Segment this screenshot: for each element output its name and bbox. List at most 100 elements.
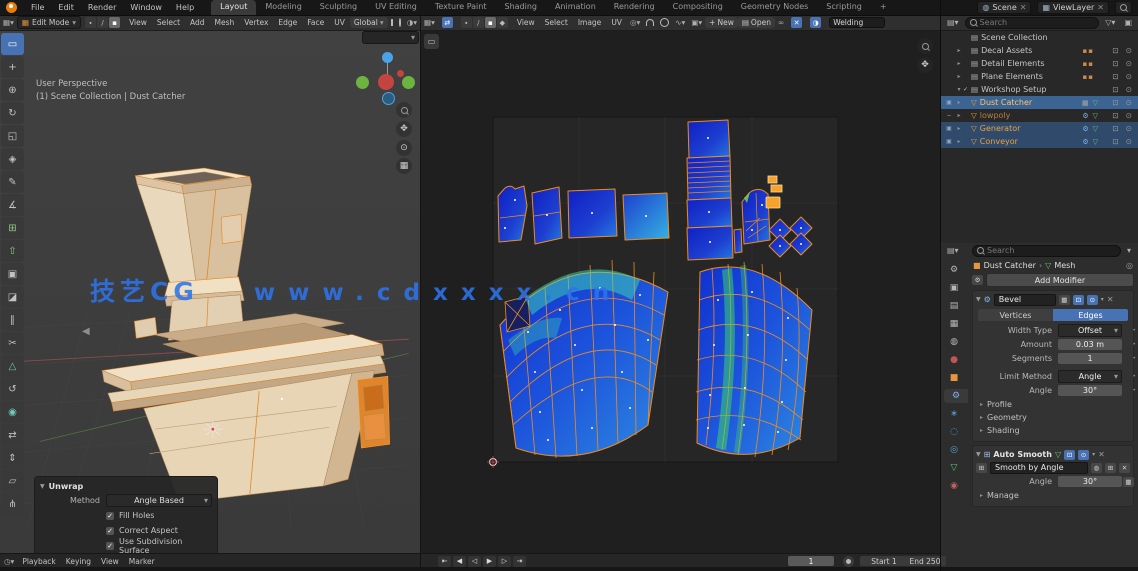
tool-button[interactable]: △: [1, 355, 24, 377]
viewport-menu[interactable]: Mesh: [210, 18, 240, 27]
close-icon[interactable]: ✕: [1098, 450, 1105, 459]
properties-search[interactable]: Search: [972, 244, 1121, 257]
chevron-down-icon[interactable]: ▼: [976, 451, 981, 458]
collapsed-section[interactable]: ▸ Shading: [976, 424, 1130, 437]
outliner-row[interactable]: ▾ ✓ Workshop Setup: [941, 83, 1138, 96]
axis-y-neg-ball[interactable]: [402, 76, 415, 89]
workspace-tab[interactable]: Modeling: [256, 0, 310, 15]
view-layer-filter-button[interactable]: [1115, 1, 1132, 14]
hide-viewport-icon[interactable]: [1112, 46, 1118, 55]
expand-arrow-icon[interactable]: ▸: [955, 60, 963, 67]
breadcrumb-object[interactable]: Dust Catcher: [984, 261, 1036, 270]
hide-viewport-icon[interactable]: [1112, 137, 1118, 146]
camera-view-icon[interactable]: ⊙: [396, 140, 412, 156]
uv-face-select-button[interactable]: ▪: [484, 17, 496, 28]
display-channels-button[interactable]: ◑: [810, 17, 822, 28]
hide-viewport-icon[interactable]: [1112, 124, 1118, 133]
properties-tab[interactable]: ◎: [944, 443, 964, 457]
properties-tab[interactable]: ▤: [944, 299, 964, 313]
playback-button[interactable]: ⇥: [513, 555, 526, 567]
affect-vertices-button[interactable]: Vertices: [978, 309, 1053, 321]
modifier-name-label[interactable]: Auto Smooth: [993, 450, 1052, 459]
viewport-menu[interactable]: Face: [302, 18, 329, 27]
outliner-row[interactable]: ▣ ▸ Conveyor: [941, 135, 1138, 148]
tool-button[interactable]: ⇕: [1, 447, 24, 469]
link-icon[interactable]: ∞: [778, 18, 784, 27]
playback-button[interactable]: ▶: [483, 555, 496, 567]
outliner-row[interactable]: ▣ ▸ Dust Catcher: [941, 96, 1138, 109]
tool-button[interactable]: ◉: [1, 401, 24, 423]
filter-icon[interactable]: ▾: [1127, 246, 1131, 255]
outliner-row[interactable]: − ▸ lowpoly: [941, 109, 1138, 122]
proportional-editing-icon[interactable]: [660, 18, 670, 27]
outliner-row[interactable]: ▸ Decal Assets: [941, 44, 1138, 57]
shield-fake-user-icon[interactable]: ◍: [1091, 462, 1102, 473]
editor-type-icon[interactable]: ▤▾: [947, 246, 959, 255]
angle-slider[interactable]: 30°: [1058, 476, 1122, 487]
tool-button[interactable]: +: [1, 56, 24, 78]
mode-dropdown[interactable]: ▦ Edit Mode ▾: [16, 16, 82, 29]
outliner-search[interactable]: Search: [964, 16, 1100, 29]
tool-button[interactable]: ▱: [1, 470, 24, 492]
copy-icon[interactable]: ⊞: [1105, 462, 1116, 473]
blender-logo-icon[interactable]: [6, 2, 17, 13]
uv-edge-select-button[interactable]: /: [472, 17, 484, 28]
tool-button[interactable]: ∥: [1, 309, 24, 331]
scene-selector[interactable]: ◍ Scene ✕: [977, 1, 1032, 14]
method-dropdown[interactable]: Angle Based ▾: [106, 494, 212, 507]
timeline-menu[interactable]: Keying: [61, 557, 96, 566]
hide-viewport-icon[interactable]: [1112, 111, 1118, 120]
topbar-menu[interactable]: Edit: [51, 3, 81, 12]
timeline-menu[interactable]: Playback: [17, 557, 60, 566]
tool-button[interactable]: ↻: [1, 102, 24, 124]
close-icon[interactable]: ✕: [1107, 295, 1114, 304]
viewport-menu[interactable]: Add: [185, 18, 210, 27]
viewport-menu[interactable]: Edge: [273, 18, 302, 27]
width-type-dropdown[interactable]: Offset ▾: [1058, 324, 1122, 337]
node-tree-icon[interactable]: ⊞: [976, 462, 987, 473]
hide-viewport-icon[interactable]: [1112, 59, 1118, 68]
orthographic-grid-icon[interactable]: ▦: [396, 158, 412, 174]
open-image-button[interactable]: ▤ Open: [737, 17, 775, 28]
viewport-menu[interactable]: Vertex: [239, 18, 273, 27]
edge-select-button[interactable]: /: [97, 17, 109, 28]
pan-hand-icon[interactable]: ✥: [396, 121, 412, 137]
tool-button[interactable]: ⋔: [1, 493, 24, 515]
render-toggle-icon[interactable]: ⊙: [1086, 294, 1098, 305]
node-group-field[interactable]: Smooth by Angle: [990, 461, 1088, 474]
axis-x-neg-ball[interactable]: [397, 70, 404, 77]
expand-arrow-icon[interactable]: ▸: [955, 73, 963, 80]
realtime-toggle-icon[interactable]: ⊡: [1072, 294, 1084, 305]
uv-menu[interactable]: Image: [573, 18, 607, 27]
topbar-menu[interactable]: Render: [81, 3, 123, 12]
properties-tab[interactable]: ⚙: [944, 389, 968, 403]
outliner-options-icon[interactable]: ▣: [1124, 18, 1132, 27]
pan-hand-icon[interactable]: ✥: [917, 57, 933, 73]
region-collapse-icon[interactable]: ◀: [82, 326, 90, 337]
viewport-menu[interactable]: View: [124, 18, 152, 27]
hide-viewport-icon[interactable]: [1112, 85, 1118, 94]
unlink-icon[interactable]: ✕: [1119, 462, 1130, 473]
viewport-canvas[interactable]: ▭ + ⊕ ↻ ◱ ◈ ✎ ∡ ⊞ ⇧ ▣ ◪ ∥ ✂ △ ↺ ◉ ⇄ ⇕ ▱ ⋔ User Perspective (…: [0, 30, 420, 553]
filter-icon[interactable]: ▽▾: [1105, 18, 1115, 27]
tool-button[interactable]: ▭: [1, 33, 24, 55]
segments-slider[interactable]: 1: [1058, 353, 1122, 364]
uv-editor-canvas[interactable]: ▭ ✥: [421, 30, 940, 553]
checkbox-row[interactable]: ✓ Fill Holes: [40, 509, 212, 522]
panel-divider[interactable]: [940, 0, 941, 571]
attribute-toggle-icon[interactable]: ▦: [1123, 476, 1134, 487]
collection-checkbox[interactable]: ✓: [963, 86, 970, 93]
checkbox[interactable]: ✓: [106, 526, 114, 535]
snap-magnet-icon[interactable]: [390, 19, 393, 26]
properties-tab[interactable]: ◉: [944, 479, 964, 493]
disable-render-icon[interactable]: [1126, 46, 1132, 55]
tool-button[interactable]: ↺: [1, 378, 24, 400]
add-modifier-button[interactable]: Add Modifier: [986, 273, 1134, 287]
tool-button[interactable]: ◈: [1, 148, 24, 170]
playback-button[interactable]: ⇤: [438, 555, 451, 567]
display-mode-icon[interactable]: ▤▾: [947, 18, 959, 27]
playback-button[interactable]: ◀: [453, 555, 466, 567]
properties-tab[interactable]: ◍: [944, 335, 964, 349]
tool-button[interactable]: ✎: [1, 171, 24, 193]
expand-arrow-icon[interactable]: ▸: [955, 125, 963, 132]
